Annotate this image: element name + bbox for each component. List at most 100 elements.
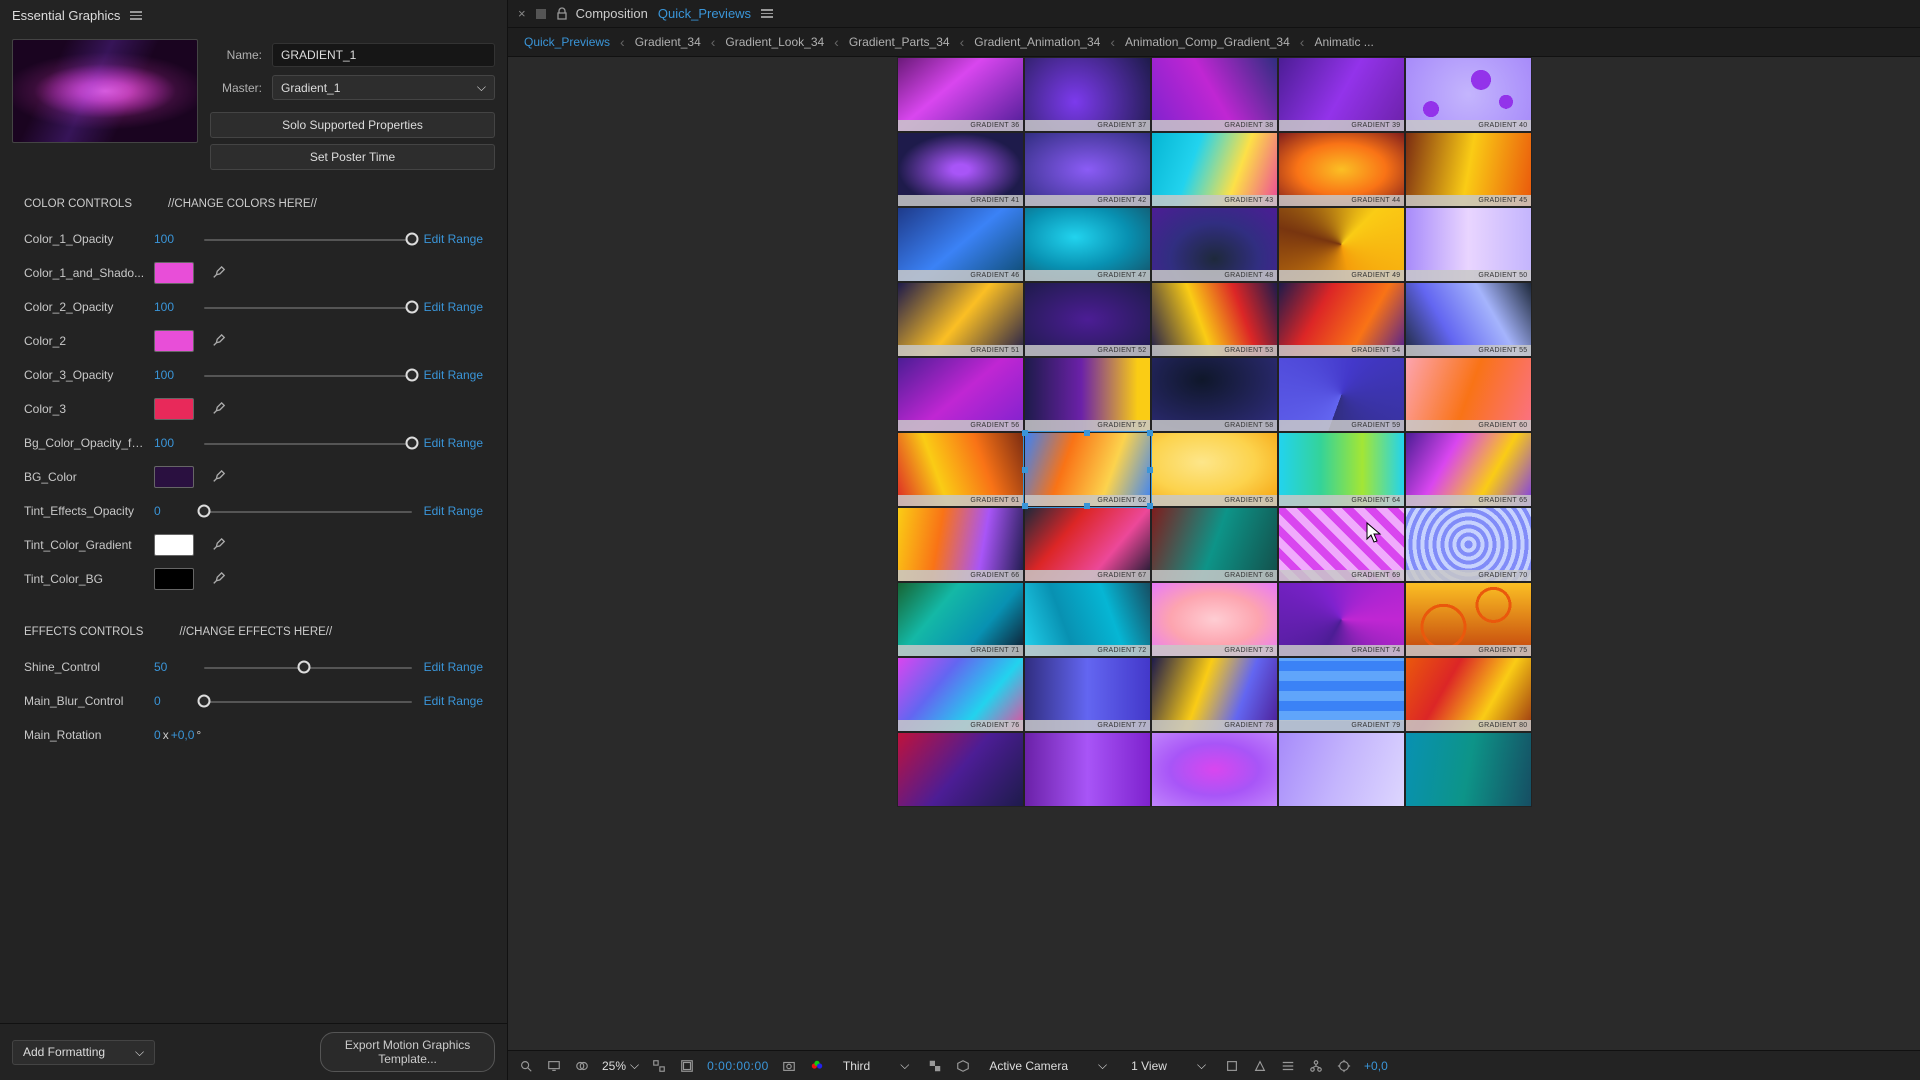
edit-range-link[interactable]: Edit Range (420, 660, 487, 674)
timeline-icon[interactable] (1280, 1058, 1296, 1074)
gradient-thumbnail[interactable]: GRADIENT 61 (897, 432, 1024, 507)
gradient-thumbnail[interactable]: GRADIENT 46 (897, 207, 1024, 282)
gradient-thumbnail[interactable]: GRADIENT 58 (1151, 357, 1278, 432)
color-swatch[interactable] (154, 466, 194, 488)
close-tab-icon[interactable]: × (518, 6, 526, 21)
gradient-thumbnail[interactable]: GRADIENT 79 (1278, 657, 1405, 732)
color-swatch[interactable] (154, 262, 194, 284)
gradient-thumbnail[interactable]: GRADIENT 48 (1151, 207, 1278, 282)
gradient-thumbnail[interactable]: GRADIENT 39 (1278, 57, 1405, 132)
edit-range-link[interactable]: Edit Range (420, 436, 487, 450)
edit-range-link[interactable]: Edit Range (420, 232, 487, 246)
gradient-thumbnail[interactable]: GRADIENT 40 (1405, 57, 1532, 132)
property-value[interactable]: 100 (154, 232, 196, 246)
snapshot-icon[interactable] (781, 1058, 797, 1074)
gradient-thumbnail[interactable] (1151, 732, 1278, 807)
slider[interactable] (204, 365, 412, 385)
eyedropper-icon[interactable] (210, 264, 228, 282)
edit-range-link[interactable]: Edit Range (420, 694, 487, 708)
gradient-thumbnail[interactable]: GRADIENT 49 (1278, 207, 1405, 282)
gradient-thumbnail[interactable]: GRADIENT 57 (1024, 357, 1151, 432)
gradient-thumbnail[interactable]: GRADIENT 67 (1024, 507, 1151, 582)
gradient-thumbnail[interactable]: GRADIENT 50 (1405, 207, 1532, 282)
slider[interactable] (204, 691, 412, 711)
gradient-thumbnail[interactable]: GRADIENT 63 (1151, 432, 1278, 507)
eyedropper-icon[interactable] (210, 468, 228, 486)
gradient-thumbnail[interactable]: GRADIENT 65 (1405, 432, 1532, 507)
gradient-thumbnail[interactable]: GRADIENT 78 (1151, 657, 1278, 732)
panel-menu-icon[interactable] (130, 11, 142, 20)
exposure-value[interactable]: +0,0 (1364, 1059, 1388, 1073)
rotation-value[interactable]: 0 x +0,0 ° (154, 728, 201, 742)
mask-icon[interactable] (574, 1058, 590, 1074)
add-formatting-dropdown[interactable]: Add Formatting ⌵ (12, 1040, 155, 1065)
edit-range-link[interactable]: Edit Range (420, 300, 487, 314)
gradient-thumbnail[interactable]: GRADIENT 51 (897, 282, 1024, 357)
transparency-grid-icon[interactable] (927, 1058, 943, 1074)
gradient-thumbnail[interactable]: GRADIENT 45 (1405, 132, 1532, 207)
selection-handle[interactable] (1084, 503, 1090, 509)
gradient-thumbnail[interactable]: GRADIENT 59 (1278, 357, 1405, 432)
gradient-thumbnail[interactable]: GRADIENT 44 (1278, 132, 1405, 207)
gradient-thumbnail[interactable]: GRADIENT 64 (1278, 432, 1405, 507)
time-display[interactable]: 0:00:00:00 (707, 1059, 769, 1073)
gradient-thumbnail[interactable]: GRADIENT 38 (1151, 57, 1278, 132)
gradient-thumbnail[interactable]: GRADIENT 55 (1405, 282, 1532, 357)
gradient-thumbnail[interactable]: GRADIENT 53 (1151, 282, 1278, 357)
property-value[interactable]: 0 (154, 504, 196, 518)
selection-handle[interactable] (1147, 467, 1153, 473)
color-swatch[interactable] (154, 534, 194, 556)
gradient-thumbnail[interactable]: GRADIENT 37 (1024, 57, 1151, 132)
breadcrumb-item[interactable]: Animation_Comp_Gradient_34 (1119, 33, 1296, 51)
gradient-thumbnail[interactable]: GRADIENT 71 (897, 582, 1024, 657)
gradient-thumbnail[interactable]: GRADIENT 36 (897, 57, 1024, 132)
property-value[interactable]: 100 (154, 300, 196, 314)
gradient-thumbnail[interactable]: GRADIENT 66 (897, 507, 1024, 582)
3d-view-icon[interactable] (955, 1058, 971, 1074)
edit-range-link[interactable]: Edit Range (420, 368, 487, 382)
eyedropper-icon[interactable] (210, 570, 228, 588)
gradient-thumbnail[interactable]: GRADIENT 75 (1405, 582, 1532, 657)
magnify-icon[interactable] (518, 1058, 534, 1074)
selection-handle[interactable] (1022, 467, 1028, 473)
slider[interactable] (204, 433, 412, 453)
edit-range-link[interactable]: Edit Range (420, 504, 487, 518)
comp-menu-icon[interactable] (761, 9, 773, 18)
resolution-icon[interactable] (651, 1058, 667, 1074)
master-select[interactable]: Gradient_1 ⌵ (272, 75, 495, 100)
fast-preview-icon[interactable] (1252, 1058, 1268, 1074)
gradient-thumbnail[interactable]: GRADIENT 43 (1151, 132, 1278, 207)
gradient-thumbnail[interactable]: GRADIENT 52 (1024, 282, 1151, 357)
gradient-thumbnail[interactable]: GRADIENT 56 (897, 357, 1024, 432)
color-swatch[interactable] (154, 330, 194, 352)
flowchart-icon[interactable] (1308, 1058, 1324, 1074)
property-value[interactable]: 0 (154, 694, 196, 708)
gradient-thumbnail[interactable] (897, 732, 1024, 807)
gradient-thumbnail[interactable]: GRADIENT 41 (897, 132, 1024, 207)
quality-select[interactable]: Third⌵ (837, 1058, 915, 1073)
gradient-thumbnail[interactable]: GRADIENT 70 (1405, 507, 1532, 582)
breadcrumb-item[interactable]: Quick_Previews (518, 33, 616, 51)
gradient-thumbnail[interactable]: GRADIENT 69 (1278, 507, 1405, 582)
selection-handle[interactable] (1147, 430, 1153, 436)
gradient-thumbnail[interactable]: GRADIENT 76 (897, 657, 1024, 732)
eyedropper-icon[interactable] (210, 400, 228, 418)
eyedropper-icon[interactable] (210, 536, 228, 554)
channel-icon[interactable] (809, 1058, 825, 1074)
selection-handle[interactable] (1022, 503, 1028, 509)
selection-handle[interactable] (1084, 430, 1090, 436)
gradient-thumbnail[interactable]: GRADIENT 74 (1278, 582, 1405, 657)
breadcrumb-item[interactable]: Gradient_Parts_34 (843, 33, 956, 51)
views-select[interactable]: 1 View⌵ (1125, 1058, 1212, 1073)
eyedropper-icon[interactable] (210, 332, 228, 350)
zoom-level[interactable]: 25%⌵ (602, 1058, 639, 1073)
lock-icon[interactable] (556, 7, 566, 21)
monitor-icon[interactable] (546, 1058, 562, 1074)
gradient-thumbnail[interactable]: GRADIENT 80 (1405, 657, 1532, 732)
gradient-thumbnail[interactable]: GRADIENT 47 (1024, 207, 1151, 282)
pixel-aspect-icon[interactable] (1224, 1058, 1240, 1074)
gradient-thumbnail[interactable]: GRADIENT 54 (1278, 282, 1405, 357)
slider[interactable] (204, 657, 412, 677)
safe-zones-icon[interactable] (679, 1058, 695, 1074)
gradient-thumbnail[interactable] (1405, 732, 1532, 807)
